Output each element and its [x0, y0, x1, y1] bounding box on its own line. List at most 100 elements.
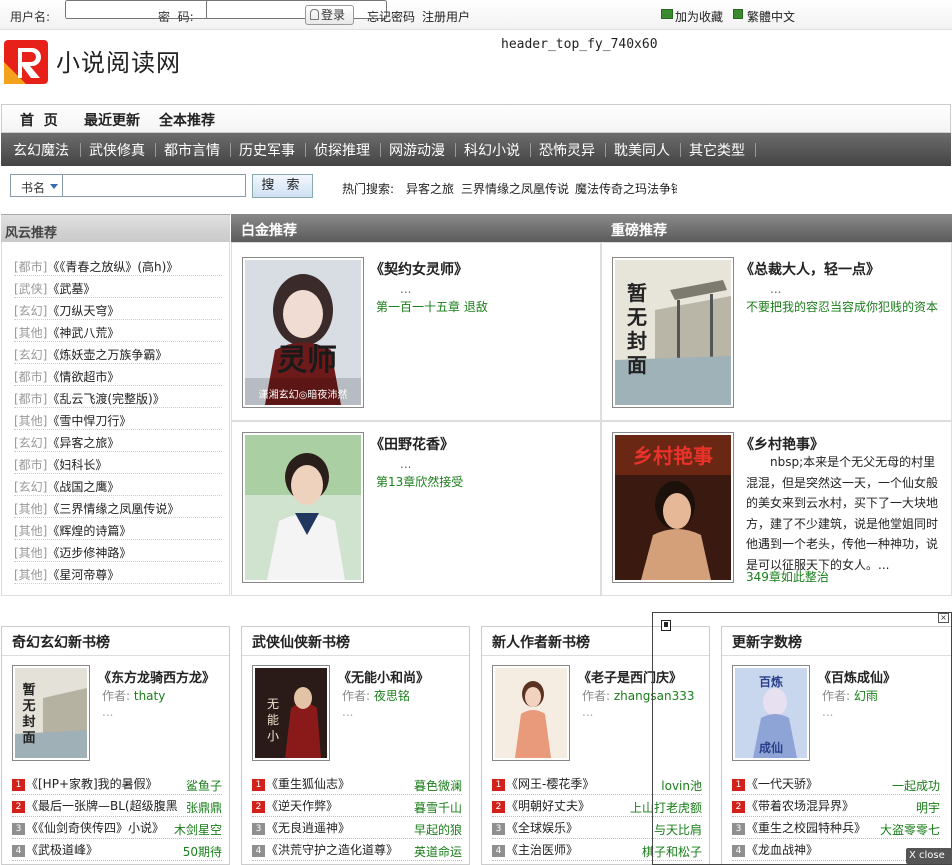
- category-dushi[interactable]: 都市言情: [164, 140, 220, 160]
- nav-home[interactable]: 首 页: [20, 110, 58, 130]
- book-summary: ...: [400, 457, 412, 471]
- table-row[interactable]: 2 《逆天作弊》 暮雪千山: [252, 797, 462, 817]
- traditional-chinese-link[interactable]: 繁體中文: [747, 8, 795, 25]
- ad-close-button[interactable]: X close: [906, 848, 952, 864]
- latest-chapter-link[interactable]: 不要把我的容忍当容成你犯贱的资本: [746, 298, 938, 315]
- book-title[interactable]: 《田野花香》: [370, 434, 454, 454]
- list-item[interactable]: [玄幻]《战国之鹰》: [14, 474, 222, 496]
- table-row[interactable]: 3 《无良逍遥神》 早起的狼: [252, 819, 462, 839]
- book-cover[interactable]: 无 能 小: [252, 665, 330, 761]
- floating-ad-frame: [652, 612, 952, 865]
- book-cover-image: [495, 668, 567, 758]
- book-title[interactable]: 《总裁大人，轻一点》: [740, 259, 880, 279]
- svg-text:面: 面: [22, 731, 35, 746]
- category-wuxia[interactable]: 武侠修真: [89, 140, 145, 160]
- list-item[interactable]: [其他]《星河帝尊》: [14, 562, 222, 584]
- category-kehuan[interactable]: 科幻小说: [464, 140, 520, 160]
- fengyun-list: [都市]《《青春之放纵》(高h)》 [武侠]《武墓》 [玄幻]《刀纵天穹》 [其…: [1, 242, 230, 596]
- svg-text:暂: 暂: [22, 682, 35, 698]
- svg-text:乡村艳事: 乡村艳事: [633, 444, 713, 468]
- svg-text:暂: 暂: [627, 281, 647, 305]
- book-cover-image: 暂 无 封 面: [615, 260, 731, 405]
- book-cover[interactable]: 暂 无 封 面: [12, 665, 90, 761]
- nav-complete-recommend[interactable]: 全本推荐: [159, 110, 215, 130]
- hot-search-item[interactable]: 魔法传奇之玛法争锋: [575, 180, 677, 197]
- forgot-password-link[interactable]: 忘记密码: [367, 8, 415, 25]
- svg-text:面: 面: [627, 353, 647, 377]
- site-logo-text[interactable]: 小说阅读网: [56, 43, 181, 78]
- nav-recent-updates[interactable]: 最近更新: [84, 110, 140, 130]
- site-logo-icon[interactable]: [4, 40, 48, 84]
- list-item[interactable]: [玄幻]《刀纵天穹》: [14, 298, 222, 320]
- close-icon[interactable]: ×: [938, 613, 949, 623]
- book-cover[interactable]: 灵师 潇湘玄幻◎暗夜沛然: [242, 257, 364, 408]
- register-link[interactable]: 注册用户: [422, 8, 470, 25]
- book-title[interactable]: 《东方龙骑西方龙》: [98, 667, 215, 686]
- category-wangyou[interactable]: 网游动漫: [389, 140, 445, 160]
- list-item[interactable]: [其他]《迈步修神路》: [14, 540, 222, 562]
- book-cover-image: 灵师 潇湘玄幻◎暗夜沛然: [245, 260, 361, 405]
- document-icon: [733, 9, 743, 19]
- svg-text:潇湘玄幻◎暗夜沛然: 潇湘玄幻◎暗夜沛然: [259, 388, 348, 401]
- book-title[interactable]: 《契约女灵师》: [370, 259, 468, 279]
- list-item[interactable]: [其他]《神武八荒》: [14, 320, 222, 342]
- table-row[interactable]: 4 《武极道峰》 50期待: [12, 841, 222, 861]
- latest-chapter-link[interactable]: 第一百一十五章 退敌: [376, 298, 488, 315]
- table-row[interactable]: 1 《[HP+家教]我的暑假》 鲨鱼子: [12, 775, 222, 795]
- table-row[interactable]: 4 《洪荒守护之造化道尊》 英道命运: [252, 841, 462, 861]
- category-other[interactable]: 其它类型: [689, 140, 745, 160]
- ranking-column: 奇幻玄幻新书榜 暂 无 封 面 《东方龙骑西方龙》 作者: thaty ... …: [1, 626, 230, 865]
- book-summary: ...: [102, 705, 114, 719]
- hot-search-item[interactable]: 三界情缘之凤凰传说: [461, 180, 569, 197]
- list-item[interactable]: [武侠]《武墓》: [14, 276, 222, 298]
- book-cover[interactable]: 乡村艳事: [612, 432, 734, 583]
- search-type-select[interactable]: 书名: [10, 174, 63, 197]
- search-button[interactable]: 搜 索: [252, 174, 313, 198]
- category-zhentan[interactable]: 侦探推理: [314, 140, 370, 160]
- svg-text:无: 无: [627, 305, 647, 329]
- svg-text:能: 能: [267, 713, 279, 727]
- list-item[interactable]: [都市]《乱云飞渡(完整版)》: [14, 386, 222, 408]
- key-icon: [310, 9, 319, 20]
- category-xuanhuan[interactable]: 玄幻魔法: [13, 140, 69, 160]
- search-input[interactable]: [62, 174, 246, 197]
- add-favorite-link[interactable]: 加为收藏: [675, 8, 723, 25]
- category-danmei[interactable]: 耽美同人: [614, 140, 670, 160]
- restore-icon[interactable]: [661, 620, 671, 631]
- list-item[interactable]: [都市]《《青春之放纵》(高h)》: [14, 254, 222, 276]
- book-title[interactable]: 《乡村艳事》: [740, 434, 824, 454]
- category-nav: 玄幻魔法 武侠修真 都市言情 历史军事 侦探推理 网游动漫 科幻小说 恐怖灵异 …: [1, 133, 951, 166]
- book-cover-image: 无 能 小: [255, 668, 327, 758]
- main-nav: 首 页 最近更新 全本推荐: [1, 104, 951, 133]
- svg-text:小: 小: [267, 729, 279, 743]
- book-title[interactable]: 《无能小和尚》: [338, 667, 429, 686]
- list-item[interactable]: [都市]《妇科长》: [14, 452, 222, 474]
- latest-chapter-link[interactable]: 349章如此整治: [746, 568, 829, 585]
- hot-search-item[interactable]: 异客之旅: [406, 180, 454, 197]
- category-kongbu[interactable]: 恐怖灵异: [539, 140, 595, 160]
- ranking-column: 武侠仙侠新书榜 无 能 小 《无能小和尚》 作者: 夜思铭 ... 1 《重生狐仙…: [241, 626, 470, 865]
- column-title: 新人作者新书榜: [492, 635, 590, 651]
- table-row[interactable]: 3 《《仙剑奇侠传四》小说》 木剑星空: [12, 819, 222, 839]
- category-lishi[interactable]: 历史军事: [239, 140, 295, 160]
- password-input[interactable]: [206, 0, 387, 19]
- book-cover[interactable]: [492, 665, 570, 761]
- list-item[interactable]: [其他]《辉煌的诗篇》: [14, 518, 222, 540]
- fengyun-title: 风云推荐: [5, 226, 58, 241]
- book-summary: ...: [342, 705, 354, 719]
- table-row[interactable]: 2 《最后一张牌—BL(超级腹黑 张鼎鼎: [12, 797, 222, 817]
- fengyun-header: 风云推荐: [1, 214, 230, 242]
- book-summary: ...: [400, 282, 412, 296]
- latest-chapter-link[interactable]: 第13章欣然接受: [376, 473, 463, 490]
- list-item[interactable]: [玄幻]《炼妖壶之万族争霸》: [14, 342, 222, 364]
- book-cover[interactable]: [242, 432, 364, 583]
- list-item[interactable]: [都市]《情欲超市》: [14, 364, 222, 386]
- list-item[interactable]: [玄幻]《异客之旅》: [14, 430, 222, 452]
- search-type-value: 书名: [21, 181, 46, 195]
- zhongbang-header: 重磅推荐: [601, 214, 952, 242]
- table-row[interactable]: 1 《重生狐仙志》 暮色微澜: [252, 775, 462, 795]
- list-item[interactable]: [其他]《三界情缘之凤凰传说》: [14, 496, 222, 518]
- list-item[interactable]: [其他]《雪中悍刀行》: [14, 408, 222, 430]
- login-button[interactable]: 登录: [305, 5, 354, 25]
- book-cover[interactable]: 暂 无 封 面: [612, 257, 734, 408]
